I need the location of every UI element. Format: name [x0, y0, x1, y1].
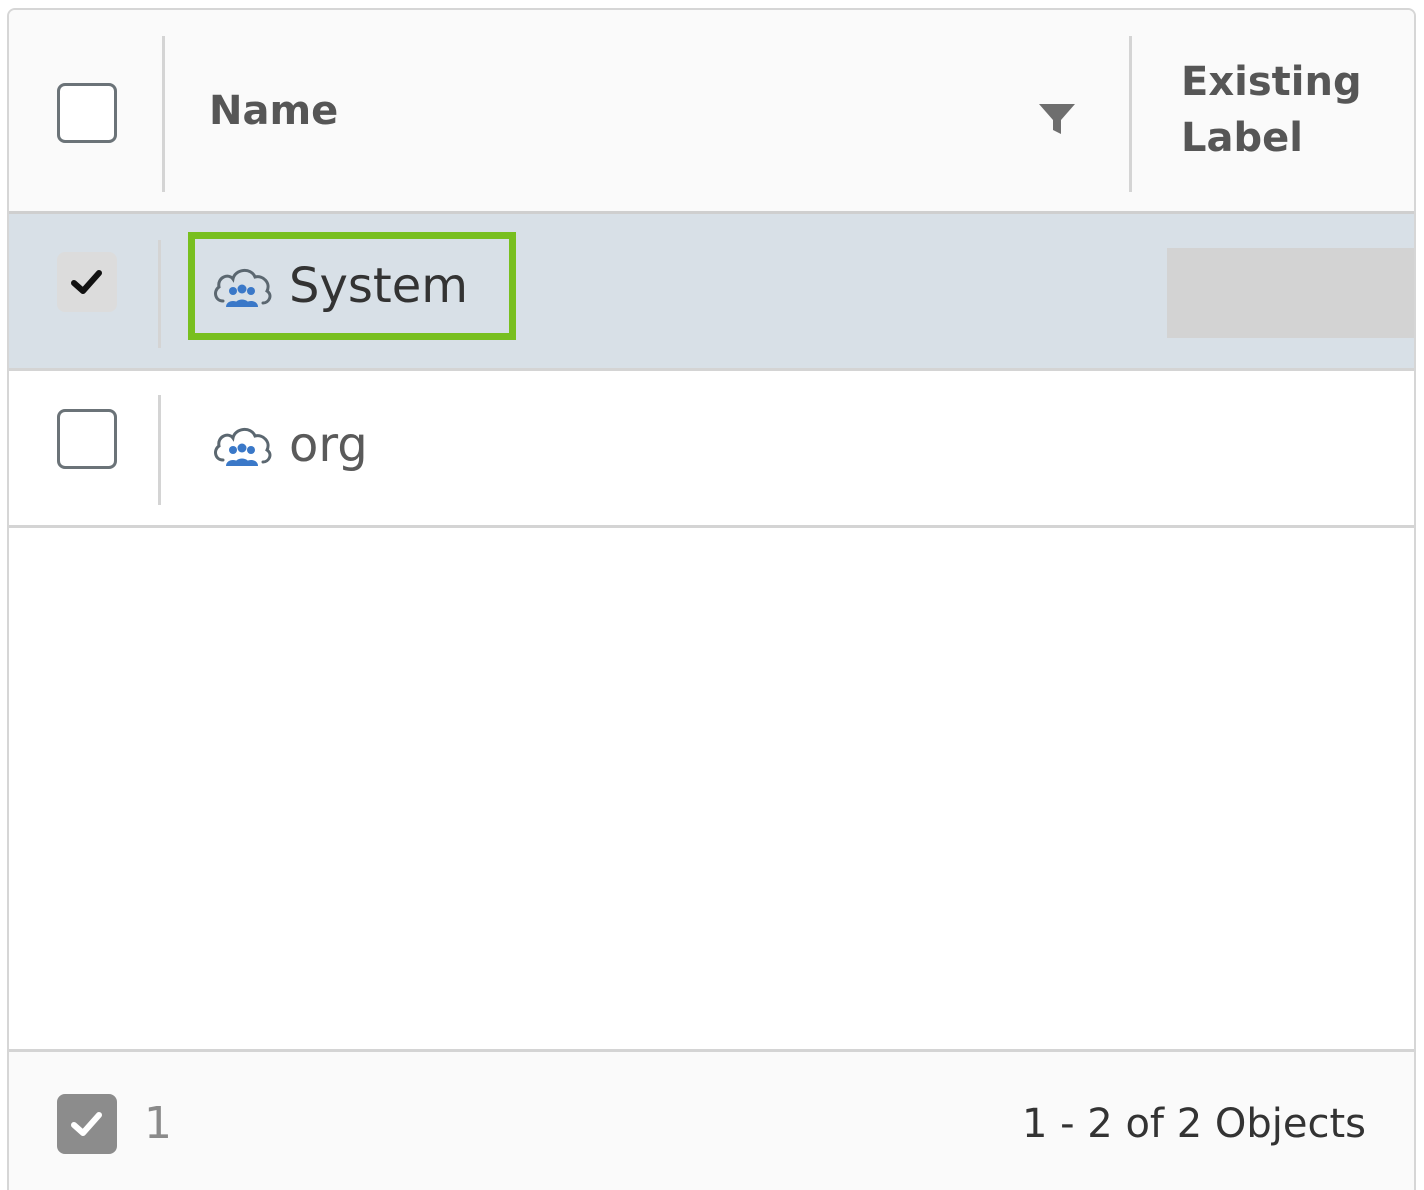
row-checkbox[interactable]	[57, 409, 117, 469]
selected-count: 1	[144, 1098, 172, 1149]
table-row[interactable]: System	[9, 214, 1414, 371]
checkmark-icon	[71, 270, 102, 294]
row-name-text: org	[289, 417, 368, 473]
cloud-group-icon	[214, 269, 272, 307]
column-separator	[158, 395, 161, 505]
selected-count-checkbox[interactable]	[57, 1094, 117, 1154]
pagination-range: 1 - 2 of 2 Objects	[1021, 1101, 1366, 1147]
row-name-text: System	[289, 258, 468, 314]
grid-footer: 1 1 - 2 of 2 Objects	[9, 1049, 1414, 1190]
row-name-cell[interactable]: org	[211, 413, 368, 477]
row-name-cell[interactable]: System	[211, 254, 468, 318]
filter-icon[interactable]	[1037, 100, 1077, 140]
existing-label-cell	[1167, 248, 1414, 338]
table-row[interactable]: org	[9, 371, 1414, 528]
column-header-name[interactable]: Name	[209, 83, 338, 139]
data-grid: Name Existing Label System org 1 1 - 2 o…	[7, 8, 1416, 1190]
column-header-existing-label-line1: Existing	[1181, 59, 1362, 105]
cloud-group-icon	[214, 428, 272, 466]
grid-header: Name Existing Label	[9, 10, 1414, 214]
column-separator	[1129, 36, 1132, 192]
column-header-existing-label-line2: Label	[1181, 115, 1303, 161]
row-checkbox[interactable]	[57, 252, 117, 312]
column-separator	[162, 36, 165, 192]
select-all-checkbox[interactable]	[57, 83, 117, 143]
column-header-existing-label[interactable]: Existing Label	[1181, 54, 1362, 166]
checkmark-icon	[71, 1112, 102, 1136]
column-separator	[158, 240, 161, 348]
